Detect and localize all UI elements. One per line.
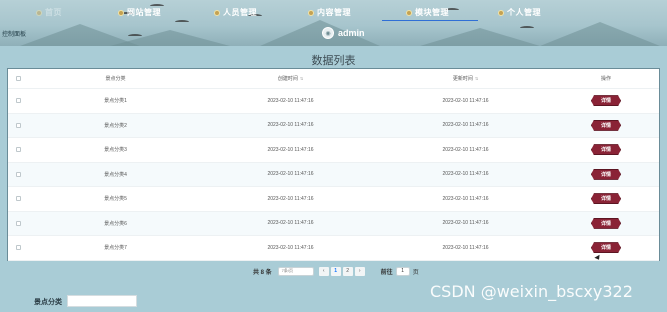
nav-label: 个人管理 xyxy=(507,8,541,17)
row-checkbox[interactable] xyxy=(15,245,21,251)
cell-category: 景点分类6 xyxy=(104,220,127,227)
nav-dot-icon xyxy=(118,9,124,16)
user-menu[interactable]: ◉ admin xyxy=(322,27,365,39)
cell-updated: 2023-02-10 11:47:16 xyxy=(442,146,489,153)
column-header-updated[interactable]: 更新时间 ⇅ xyxy=(378,69,553,88)
detail-button[interactable]: 详情 xyxy=(591,242,621,254)
page-button-2[interactable]: 2 xyxy=(342,266,353,276)
cell-updated: 2023-02-10 11:47:16 xyxy=(442,171,489,178)
cell-created: 2023-02-10 11:47:16 xyxy=(267,171,314,178)
goto-label: 前往 xyxy=(380,269,393,276)
cell-updated: 2023-02-10 11:47:16 xyxy=(442,195,489,202)
nav-active-underline xyxy=(382,20,478,21)
column-header-label: 景点分类 xyxy=(105,76,126,82)
table-row: 景点分类3 2023-02-10 11:47:16 2023-02-10 11:… xyxy=(8,138,659,163)
nav-dot-icon xyxy=(308,9,314,16)
control-panel-label[interactable]: 控制面板 xyxy=(2,29,26,38)
goto-page-input[interactable]: 1 xyxy=(395,266,410,276)
nav-label: 网站管理 xyxy=(127,8,161,17)
cell-category: 景点分类1 xyxy=(104,98,127,105)
select-all-checkbox[interactable] xyxy=(15,76,21,81)
data-table: 景点分类 创建时间 ⇅ 更新时间 ⇅ 操作 景点分类1 2023-02-10 11:… xyxy=(7,68,660,261)
row-checkbox[interactable] xyxy=(15,122,21,128)
cell-updated: 2023-02-10 11:47:16 xyxy=(442,220,489,227)
cell-updated: 2023-02-10 11:47:16 xyxy=(442,122,489,129)
cell-created: 2023-02-10 11:47:16 xyxy=(267,244,314,251)
cell-created: 2023-02-10 11:47:16 xyxy=(267,195,314,202)
column-header-category[interactable]: 景点分类 xyxy=(28,69,203,88)
watermark: CSDN @weixin_bscxy322 xyxy=(430,282,633,301)
header-banner: 首页 网站管理 人员管理 内容管理 模块管理 个人管理 控制面板 ◉ admin xyxy=(0,0,667,46)
next-page-button[interactable]: › xyxy=(354,266,365,276)
detail-button[interactable]: 详情 xyxy=(591,144,621,156)
column-header-created[interactable]: 创建时间 ⇅ xyxy=(203,69,378,88)
column-header-action: 操作 xyxy=(553,69,659,88)
table-row: 景点分类6 2023-02-10 11:47:16 2023-02-10 11:… xyxy=(8,211,659,236)
cell-created: 2023-02-10 11:47:16 xyxy=(267,122,314,129)
column-header-label: 创建时间 xyxy=(277,76,298,82)
nav-item-home[interactable]: 首页 xyxy=(36,7,62,18)
pagination: 共 8 条 7条/页 ‹ 1 2 › 前往 1 页 xyxy=(253,266,419,276)
table-row: 景点分类2 2023-02-10 11:47:16 2023-02-10 11:… xyxy=(8,113,659,138)
nav-dot-icon xyxy=(498,9,504,16)
cell-created: 2023-02-10 11:47:16 xyxy=(267,97,314,104)
cell-created: 2023-02-10 11:47:16 xyxy=(267,220,314,227)
filter-label: 景点分类 xyxy=(34,299,62,306)
nav-item-site[interactable]: 网站管理 xyxy=(118,7,161,18)
top-nav: 首页 网站管理 人员管理 内容管理 模块管理 个人管理 xyxy=(0,7,667,21)
nav-dot-icon xyxy=(214,9,220,16)
row-checkbox[interactable] xyxy=(15,147,21,153)
table-row: 景点分类1 2023-02-10 11:47:16 2023-02-10 11:… xyxy=(8,89,659,114)
prev-page-button[interactable]: ‹ xyxy=(318,266,329,276)
detail-button[interactable]: 详情 xyxy=(591,119,621,131)
table-row: 景点分类5 2023-02-10 11:47:16 2023-02-10 11:… xyxy=(8,187,659,212)
header-checkbox-cell xyxy=(8,69,28,88)
table-header-row: 景点分类 创建时间 ⇅ 更新时间 ⇅ 操作 xyxy=(8,69,659,89)
detail-button[interactable]: 详情 xyxy=(591,193,621,205)
cell-category: 景点分类4 xyxy=(104,171,127,178)
nav-item-personal[interactable]: 个人管理 xyxy=(498,7,541,18)
detail-button[interactable]: 详情 xyxy=(591,95,621,107)
nav-label: 内容管理 xyxy=(317,8,351,17)
nav-label: 人员管理 xyxy=(223,8,257,17)
nav-dot-icon xyxy=(406,9,412,16)
table-row: 景点分类7 2023-02-10 11:47:16 2023-02-10 11:… xyxy=(8,236,659,261)
column-header-label: 更新时间 xyxy=(452,76,473,82)
detail-button[interactable]: 详情 xyxy=(591,168,621,180)
page-title: 数据列表 xyxy=(311,55,356,67)
cell-category: 景点分类3 xyxy=(104,147,127,154)
row-checkbox[interactable] xyxy=(15,171,21,177)
nav-label: 模块管理 xyxy=(415,8,449,17)
cell-updated: 2023-02-10 11:47:16 xyxy=(442,97,489,104)
cell-updated: 2023-02-10 11:47:16 xyxy=(442,244,489,251)
nav-label: 首页 xyxy=(45,8,62,17)
goto-suffix: 页 xyxy=(412,269,419,276)
cell-category: 景点分类2 xyxy=(104,122,127,129)
page-size-select[interactable]: 7条/页 xyxy=(277,266,314,276)
table-row: 景点分类4 2023-02-10 11:47:16 2023-02-10 11:… xyxy=(8,162,659,187)
cell-category: 景点分类5 xyxy=(104,196,127,203)
detail-button[interactable]: 详情 xyxy=(591,217,621,229)
pagination-total: 共 8 条 xyxy=(253,269,272,276)
page-button-1[interactable]: 1 xyxy=(330,266,341,276)
filter-input[interactable] xyxy=(67,295,137,307)
row-checkbox[interactable] xyxy=(15,196,21,202)
cell-created: 2023-02-10 11:47:16 xyxy=(267,146,314,153)
sort-icon[interactable]: ⇅ xyxy=(300,76,303,81)
row-checkbox[interactable] xyxy=(15,98,21,104)
nav-item-content[interactable]: 内容管理 xyxy=(308,7,351,18)
nav-dot-icon xyxy=(36,9,42,16)
cell-category: 景点分类7 xyxy=(104,245,127,252)
username: admin xyxy=(338,28,365,38)
row-checkbox[interactable] xyxy=(15,220,21,226)
sort-icon[interactable]: ⇅ xyxy=(475,76,478,81)
avatar: ◉ xyxy=(322,27,334,39)
nav-item-module[interactable]: 模块管理 xyxy=(406,7,449,18)
nav-item-people[interactable]: 人员管理 xyxy=(214,7,257,18)
column-header-label: 操作 xyxy=(600,76,611,82)
